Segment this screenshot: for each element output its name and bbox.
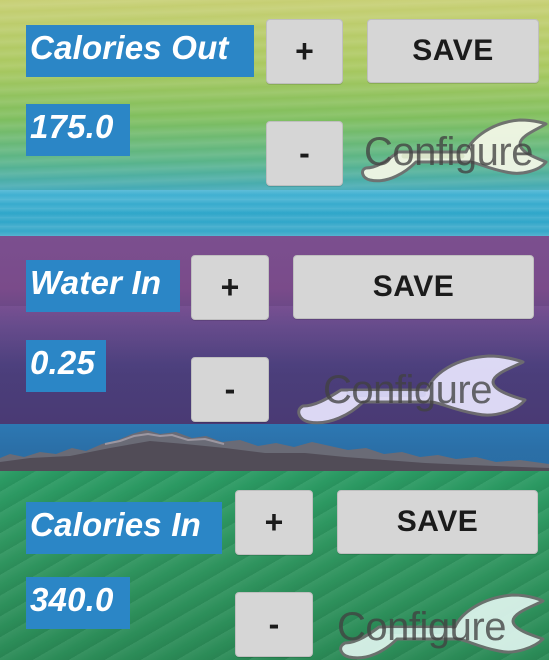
configure-control[interactable]: Configure	[293, 344, 527, 425]
save-button-label: SAVE	[412, 34, 494, 67]
configure-control[interactable]: Configure	[360, 110, 549, 188]
configure-label: Configure	[323, 368, 492, 412]
decrement-button[interactable]: -	[266, 121, 343, 186]
save-button[interactable]: SAVE	[337, 490, 538, 554]
decrement-button-label: -	[224, 371, 236, 407]
ocean-background-strip	[0, 190, 549, 236]
configure-label: Configure	[337, 605, 506, 649]
tracker-title: Water In	[26, 260, 180, 312]
increment-button[interactable]: +	[266, 19, 343, 84]
tracker-panel-water-in: Water In 0.25 + - SAVE Configure	[0, 236, 549, 425]
increment-button[interactable]: +	[191, 255, 269, 320]
save-button[interactable]: SAVE	[293, 255, 534, 319]
decrement-button-label: -	[268, 606, 280, 642]
decrement-button[interactable]: -	[191, 357, 269, 422]
decrement-button-label: -	[299, 135, 310, 171]
configure-label: Configure	[364, 130, 533, 174]
tracker-value: 175.0	[26, 104, 130, 156]
mountain-background-strip	[0, 424, 549, 471]
tracker-panel-calories-in: Calories In 340.0 + - SAVE Configure	[0, 471, 549, 660]
increment-button[interactable]: +	[235, 490, 313, 555]
tracker-value: 340.0	[26, 577, 130, 629]
mountain-silhouette	[0, 430, 549, 471]
save-button-label: SAVE	[372, 270, 455, 303]
save-button-label: SAVE	[396, 505, 479, 538]
tracker-title: Calories In	[26, 502, 222, 554]
decrement-button[interactable]: -	[235, 592, 313, 657]
tracker-panel-calories-out: Calories Out 175.0 + - SAVE Configure	[0, 0, 549, 190]
increment-button-label: +	[264, 504, 284, 540]
configure-control[interactable]: Configure	[337, 585, 545, 660]
save-button[interactable]: SAVE	[367, 19, 539, 83]
tracker-value: 0.25	[26, 340, 106, 392]
tracker-title: Calories Out	[26, 25, 254, 77]
increment-button-label: +	[220, 269, 240, 305]
increment-button-label: +	[295, 33, 314, 69]
